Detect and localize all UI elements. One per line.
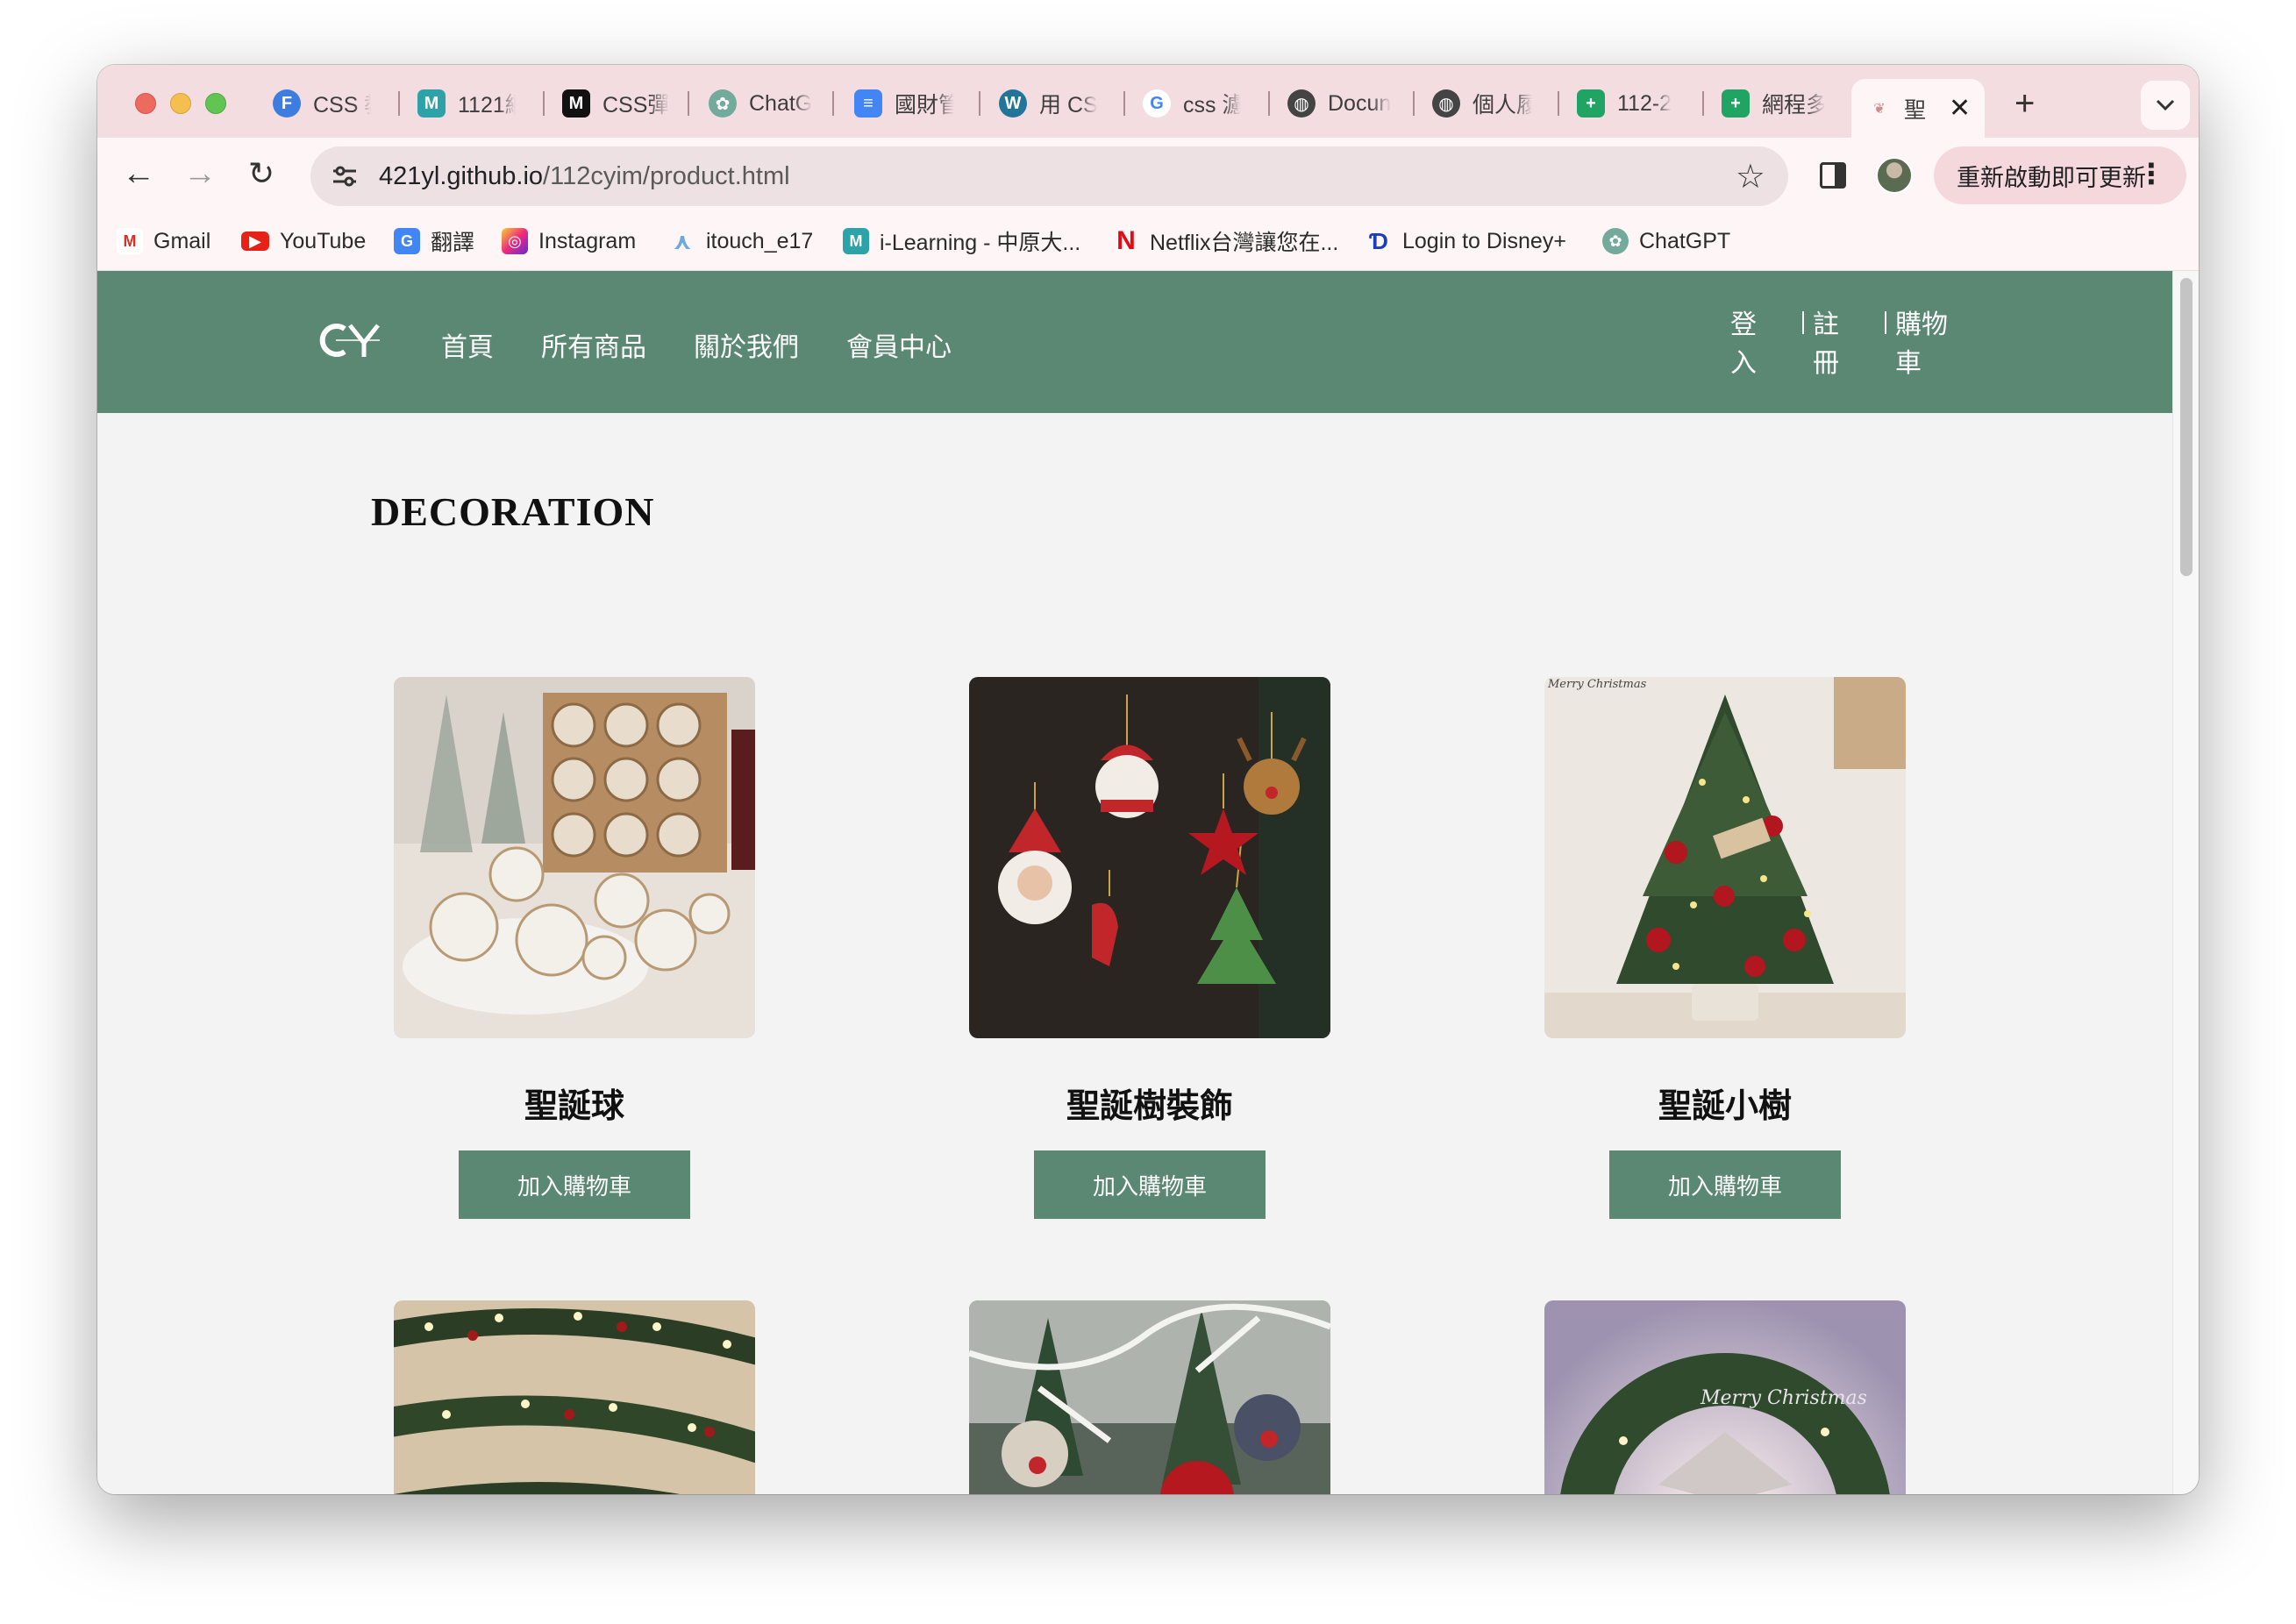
wordpress-icon: W	[999, 89, 1027, 118]
reload-button[interactable]: ↻	[248, 155, 275, 192]
bookmarks-bar: M Gmail ▶ YouTube G 翻譯 ◎ Instagram ⋏ ito…	[97, 213, 2199, 271]
tab-2[interactable]: M 1121網	[417, 79, 516, 128]
mini-tree-photo[interactable]: Merry Christmas	[1544, 677, 1906, 1038]
google-icon: G	[1143, 89, 1171, 118]
m-black-icon: M	[562, 89, 590, 118]
felt-ornaments-photo[interactable]	[969, 677, 1330, 1038]
browser-window: F CSS 教 M 1121網 M CSS彈 ✿ ChatG ≡ 國財管 W 用…	[97, 65, 2199, 1494]
wreath-photo[interactable]: Merry Christmas	[1544, 1300, 1906, 1494]
close-window-button[interactable]	[135, 93, 156, 114]
product-name: 聖誕球	[524, 1086, 624, 1125]
bookmark-itouch[interactable]: ⋏ itouch_e17	[669, 225, 813, 257]
gmail-icon: M	[117, 228, 143, 254]
tab-4[interactable]: ✿ ChatG	[709, 79, 812, 128]
add-to-cart-button[interactable]: 加入購物車	[1034, 1150, 1266, 1219]
youtube-icon: ▶	[241, 231, 269, 251]
garland-lights-photo[interactable]	[394, 1300, 755, 1494]
login-link[interactable]: 登入	[1730, 306, 1772, 383]
back-button[interactable]: ←	[122, 155, 155, 193]
site-info-icon[interactable]	[323, 154, 367, 198]
reindeer-ornaments-photo[interactable]	[969, 1300, 1330, 1494]
nav-all-products[interactable]: 所有商品	[541, 325, 646, 364]
close-tab-icon[interactable]: ✕	[1949, 93, 1971, 124]
instagram-icon: ◎	[502, 228, 528, 254]
add-to-cart-button[interactable]: 加入購物車	[1609, 1150, 1841, 1219]
bookmark-netflix[interactable]: N Netflix台灣讓您在...	[1113, 225, 1338, 257]
more-menu-icon[interactable]: ⋮	[2137, 157, 2165, 190]
tab-1[interactable]: F CSS 教	[273, 79, 371, 128]
sheets-icon: +	[1722, 89, 1750, 118]
itouch-icon: ⋏	[673, 227, 692, 254]
tab-8[interactable]: ◍ Docun	[1287, 79, 1394, 128]
cy-logo-icon	[319, 324, 380, 357]
m-icon: M	[417, 89, 446, 118]
add-to-cart-button[interactable]: 加入購物車	[459, 1150, 690, 1219]
bookmark-gmail[interactable]: M Gmail	[117, 225, 210, 257]
page-viewport: 首頁 所有商品 關於我們 會員中心 登入 註冊 購物車 DECORATION 聖…	[97, 271, 2172, 1494]
nav-member[interactable]: 會員中心	[846, 325, 952, 364]
globe-icon: ◍	[1287, 89, 1316, 118]
tab-7[interactable]: G css 濾	[1143, 79, 1241, 128]
tab-search-button[interactable]	[2141, 81, 2190, 130]
bookmark-instagram[interactable]: ◎ Instagram	[502, 225, 636, 257]
bookmark-translate[interactable]: G 翻譯	[394, 225, 474, 257]
site-header: 首頁 所有商品 關於我們 會員中心 登入 註冊 購物車	[97, 271, 2172, 413]
tab-9[interactable]: ◍ 個人履	[1432, 79, 1532, 128]
bookmark-chatgpt[interactable]: ✿ ChatGPT	[1602, 225, 1730, 257]
minimize-window-button[interactable]	[170, 93, 191, 114]
new-tab-button[interactable]: +	[2014, 84, 2035, 124]
bookmark-ilearning[interactable]: M i-Learning - 中原大...	[843, 225, 1080, 257]
section-title: DECORATION	[371, 489, 655, 534]
chatgpt-icon: ✿	[1602, 228, 1629, 254]
tab-strip: F CSS 教 M 1121網 M CSS彈 ✿ ChatG ≡ 國財管 W 用…	[97, 65, 2199, 138]
address-bar[interactable]: 421yl.github.io/112cyim/product.html ☆	[310, 146, 1788, 206]
tab-active[interactable]: ❦ 聖 ✕	[1851, 79, 1985, 138]
cart-link[interactable]: 購物車	[1895, 306, 1957, 383]
chevron-down-icon	[2156, 99, 2175, 111]
site-logo[interactable]	[318, 320, 383, 365]
scrollbar-thumb[interactable]	[2180, 278, 2193, 576]
docs-icon: ≡	[854, 89, 882, 118]
disney-icon: Ɗ	[1369, 227, 1388, 254]
maximize-window-button[interactable]	[205, 93, 226, 114]
wreath-image-caption: Merry Christmas	[1700, 1387, 1867, 1409]
update-button[interactable]: 重新啟動即可更新 ⋮	[1934, 146, 2186, 204]
tab-11[interactable]: + 網程多	[1722, 79, 1825, 128]
chatgpt-icon: ✿	[709, 89, 737, 118]
tab-6[interactable]: W 用 CSS	[999, 79, 1097, 128]
product-name: 聖誕小樹	[1658, 1086, 1792, 1125]
side-panel-icon[interactable]	[1820, 162, 1846, 189]
main-nav: 首頁 所有商品 關於我們 會員中心	[441, 325, 999, 364]
page-scrollbar[interactable]	[2172, 271, 2199, 1494]
product-name: 聖誕樹裝飾	[1066, 1086, 1233, 1125]
tree-image-caption: Merry Christmas	[1547, 678, 1647, 691]
nav-home[interactable]: 首頁	[441, 325, 494, 364]
forward-button[interactable]: →	[183, 155, 217, 193]
tab-5[interactable]: ≡ 國財管	[854, 79, 954, 128]
register-link[interactable]: 註冊	[1813, 306, 1855, 383]
ornament-balls-photo[interactable]	[394, 677, 755, 1038]
bookmark-star-icon[interactable]: ☆	[1736, 157, 1765, 196]
tab-10[interactable]: + 112-2	[1577, 79, 1680, 128]
browser-toolbar: ← → ↻ 421yl.github.io/112cyim/product.ht…	[97, 138, 2199, 213]
translate-icon: G	[394, 228, 420, 254]
profile-avatar[interactable]	[1876, 157, 1913, 194]
bookmark-youtube[interactable]: ▶ YouTube	[241, 225, 366, 257]
nav-about[interactable]: 關於我們	[694, 325, 799, 364]
m-icon: M	[843, 228, 869, 254]
netflix-icon: N	[1116, 226, 1136, 255]
site-icon: ❦	[1873, 101, 1886, 117]
f-icon: F	[273, 89, 301, 118]
sheets-icon: +	[1577, 89, 1605, 118]
globe-icon: ◍	[1432, 89, 1460, 118]
url-text: 421yl.github.io/112cyim/product.html	[379, 161, 790, 190]
tab-3[interactable]: M CSS彈	[562, 79, 669, 128]
bookmark-disney[interactable]: Ɗ Login to Disney+	[1365, 225, 1566, 257]
